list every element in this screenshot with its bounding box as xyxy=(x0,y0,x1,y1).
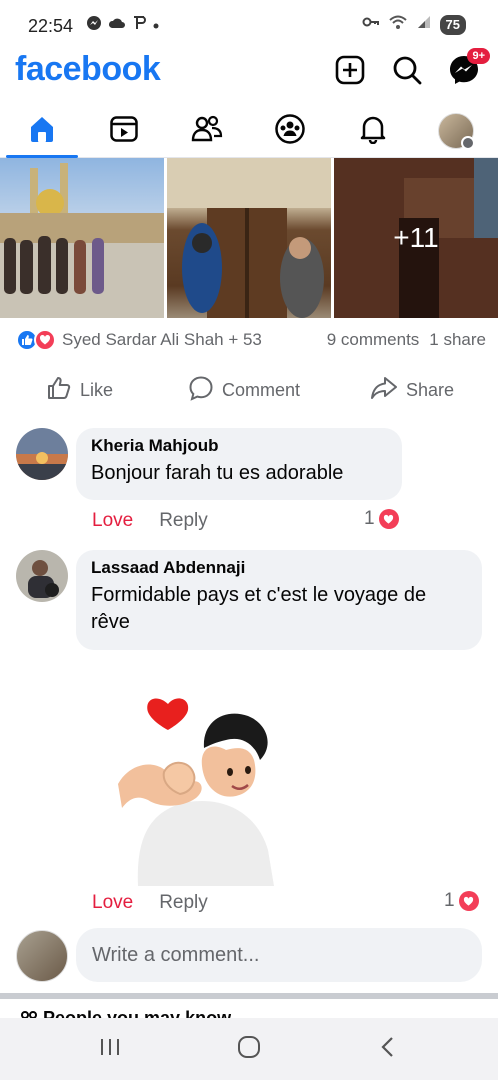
messenger-badge: 9+ xyxy=(467,48,490,64)
reaction-count-value: 1 xyxy=(364,508,375,529)
engagement-counts: 9 comments 1 share xyxy=(327,330,486,350)
love-reaction-icon xyxy=(34,329,56,351)
commenter-avatar[interactable] xyxy=(16,428,68,480)
comment-love-button[interactable]: Love xyxy=(92,510,133,532)
share-button[interactable]: Share xyxy=(370,368,454,412)
groups-icon xyxy=(274,113,306,150)
post-photo-grid: +11 xyxy=(0,158,498,318)
search-icon xyxy=(392,55,422,90)
comment-button[interactable]: Comment xyxy=(188,368,300,412)
comment-composer xyxy=(16,928,486,982)
home-icon xyxy=(27,114,57,149)
love-reaction-icon xyxy=(378,509,399,529)
comment-text: Bonjour farah tu es adorable xyxy=(91,462,344,484)
reaction-icons xyxy=(16,329,56,351)
app-header: facebook 9+ xyxy=(0,48,498,100)
menu-badge-icon xyxy=(461,136,475,150)
recent-apps-icon xyxy=(99,1036,121,1063)
like-button[interactable]: Like xyxy=(46,368,113,412)
facebook-logo[interactable]: facebook xyxy=(15,50,161,89)
comment-item: Kheria Mahjoub Bonjour farah tu es adora… xyxy=(16,428,486,538)
friends-icon xyxy=(191,114,223,149)
p-icon xyxy=(132,15,146,36)
post-photo-3[interactable]: +11 xyxy=(334,158,498,318)
post-photo-1[interactable] xyxy=(0,158,164,318)
more-photos-overlay[interactable]: +11 xyxy=(334,158,498,318)
comments-count[interactable]: 9 comments xyxy=(327,330,420,350)
messenger-icon xyxy=(86,15,102,36)
dot-icon xyxy=(152,17,160,35)
share-arrow-icon xyxy=(370,375,398,406)
section-divider xyxy=(0,993,498,999)
shares-count[interactable]: 1 share xyxy=(429,330,486,350)
comment-actions: Love Reply xyxy=(92,510,208,532)
search-button[interactable] xyxy=(389,54,425,90)
comment-bubble[interactable]: Kheria Mahjoub Bonjour farah tu es adora… xyxy=(76,428,402,500)
signal-icon xyxy=(416,14,432,35)
key-icon xyxy=(362,15,380,34)
comment-text: Formidable pays et c'est le voyage de rê… xyxy=(91,584,427,633)
post-photo-2[interactable] xyxy=(167,158,331,318)
video-icon xyxy=(109,114,139,149)
comment-love-button[interactable]: Love xyxy=(92,892,133,914)
plus-square-icon xyxy=(335,55,365,90)
tab-home[interactable] xyxy=(2,104,82,158)
comment-author[interactable]: Kheria Mahjoub xyxy=(91,436,388,456)
wifi-icon xyxy=(388,14,408,35)
comment-input[interactable] xyxy=(76,928,482,982)
thumbs-up-icon xyxy=(46,375,72,406)
system-navigation-bar xyxy=(0,1018,498,1080)
bell-icon xyxy=(358,114,388,149)
comment-reply-button[interactable]: Reply xyxy=(159,892,208,914)
comment-label: Comment xyxy=(222,379,301,400)
post-action-bar: Like Comment Share xyxy=(0,368,498,412)
create-button[interactable] xyxy=(332,54,368,90)
tab-groups[interactable] xyxy=(250,104,330,158)
recent-apps-button[interactable] xyxy=(90,1034,130,1064)
avatar-sticker[interactable] xyxy=(108,690,280,886)
tab-menu-profile[interactable] xyxy=(416,104,496,158)
status-time: 22:54 xyxy=(28,16,74,36)
home-circle-icon xyxy=(237,1035,261,1064)
profile-avatar xyxy=(438,113,475,150)
reactions-summary[interactable]: Syed Sardar Ali Shah + 53 9 comments 1 s… xyxy=(16,328,486,352)
battery-indicator: 75 xyxy=(439,14,466,35)
commenter-avatar[interactable] xyxy=(16,550,68,602)
cloud-icon xyxy=(108,16,126,35)
comment-reaction-count[interactable]: 1 xyxy=(444,890,479,912)
comment-bubble[interactable]: Lassaad Abdennaji Formidable pays et c'e… xyxy=(76,550,482,650)
share-label: Share xyxy=(406,379,455,400)
status-icons-left xyxy=(86,15,160,36)
tab-notifications[interactable] xyxy=(333,104,413,158)
comment-author[interactable]: Lassaad Abdennaji xyxy=(91,558,468,578)
current-user-avatar xyxy=(16,930,68,982)
nav-tabs xyxy=(0,104,498,158)
reactors-names[interactable]: Syed Sardar Ali Shah + 53 xyxy=(62,330,327,350)
tab-video[interactable] xyxy=(84,104,164,158)
status-icons-right: 75 xyxy=(362,14,466,35)
home-button[interactable] xyxy=(229,1034,269,1064)
comment-reaction-count[interactable]: 1 xyxy=(364,508,399,530)
reaction-count-value: 1 xyxy=(444,890,455,911)
back-chevron-icon xyxy=(378,1035,398,1064)
messenger-button[interactable]: 9+ xyxy=(446,48,490,90)
tab-friends[interactable] xyxy=(167,104,247,158)
like-label: Like xyxy=(80,379,114,400)
comment-bubble-icon xyxy=(188,375,214,406)
love-reaction-icon xyxy=(458,891,479,911)
comment-reply-button[interactable]: Reply xyxy=(159,510,208,532)
status-bar: 22:54 75 xyxy=(0,0,498,52)
back-button[interactable] xyxy=(368,1034,408,1064)
comment-actions: Love Reply xyxy=(92,892,208,914)
